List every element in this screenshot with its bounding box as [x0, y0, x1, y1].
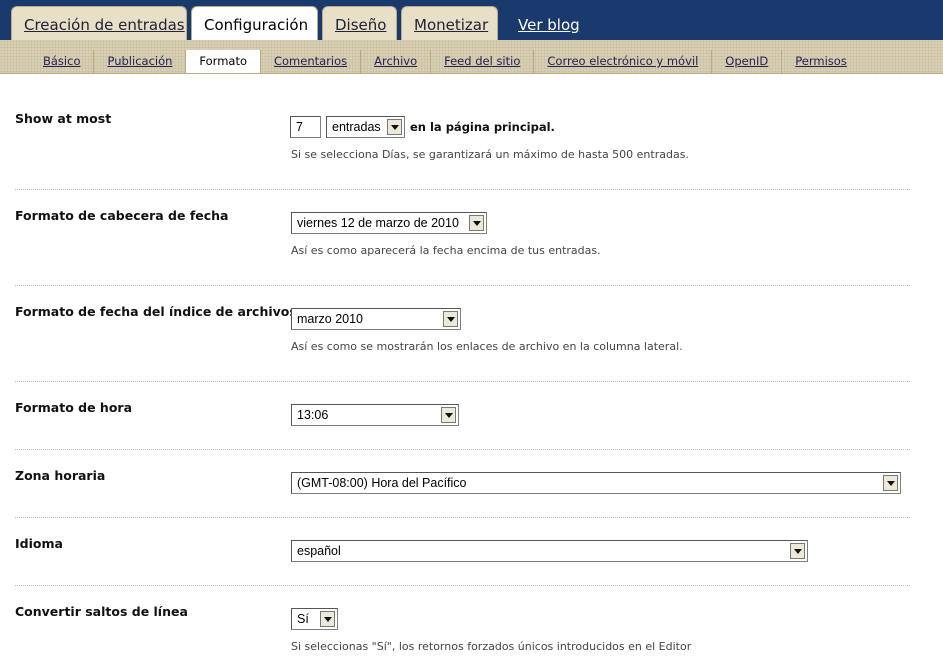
language-label: Idioma	[15, 536, 63, 551]
timezone-value: (GMT-08:00) Hora del Pacífico	[297, 476, 467, 490]
show-at-most-help: Si se selecciona Días, se garantizará un…	[291, 148, 689, 161]
time-format-value: 13:06	[297, 408, 329, 422]
dropdown-arrow-icon	[790, 543, 805, 559]
dropdown-arrow-icon	[443, 311, 458, 327]
line-breaks-value: Sí	[297, 612, 309, 626]
post-unit-select[interactable]: entradas	[326, 116, 405, 138]
subtab-openid[interactable]: OpenID	[712, 50, 783, 73]
divider	[15, 449, 910, 450]
line-breaks-label: Convertir saltos de línea	[15, 604, 188, 619]
view-blog-link[interactable]: Ver blog	[518, 10, 580, 40]
subtab-correo-y-movil[interactable]: Correo electrónico y móvil	[534, 50, 713, 73]
timezone-select[interactable]: (GMT-08:00) Hora del Pacífico	[291, 472, 901, 494]
tab-creacion-de-entradas[interactable]: Creación de entradas	[11, 6, 187, 40]
time-format-label: Formato de hora	[15, 400, 133, 415]
date-header-value: viernes 12 de marzo de 2010	[297, 216, 459, 230]
subtab-permisos[interactable]: Permisos	[782, 50, 860, 73]
post-count-input[interactable]: 7	[290, 116, 321, 138]
subtab-list: Básico Publicación Formato Comentarios A…	[30, 50, 860, 73]
archive-date-value: marzo 2010	[297, 312, 364, 326]
subtab-feed-del-sitio[interactable]: Feed del sitio	[431, 50, 535, 73]
dropdown-arrow-icon	[441, 407, 456, 423]
subtab-formato[interactable]: Formato	[185, 50, 261, 73]
line-breaks-select[interactable]: Sí	[291, 608, 338, 630]
post-unit-value: entradas	[332, 120, 381, 134]
subtab-archivo[interactable]: Archivo	[361, 50, 432, 73]
divider	[15, 517, 910, 518]
dropdown-arrow-icon	[320, 611, 335, 627]
date-header-label: Formato de cabecera de fecha	[15, 208, 229, 223]
time-format-select[interactable]: 13:06	[291, 404, 459, 426]
tab-monetizar[interactable]: Monetizar	[401, 6, 498, 40]
subtab-publicacion[interactable]: Publicación	[94, 50, 187, 73]
archive-date-help: Así es como se mostrarán los enlaces de …	[291, 340, 683, 353]
date-header-help: Así es como aparecerá la fecha encima de…	[291, 244, 601, 257]
show-at-most-suffix: en la página principal.	[410, 120, 555, 134]
divider	[15, 381, 910, 382]
language-value: español	[297, 544, 341, 558]
date-header-select[interactable]: viernes 12 de marzo de 2010	[291, 212, 487, 234]
language-select[interactable]: español	[291, 540, 808, 562]
tab-diseno[interactable]: Diseño	[322, 6, 397, 40]
dropdown-arrow-icon	[387, 119, 402, 135]
dropdown-arrow-icon	[883, 475, 898, 491]
subtab-basico[interactable]: Básico	[30, 50, 95, 73]
tab-configuracion[interactable]: Configuración	[191, 6, 318, 42]
divider	[15, 585, 910, 586]
archive-date-label: Formato de fecha del índice de archivos	[15, 304, 297, 319]
timezone-label: Zona horaria	[15, 468, 106, 483]
dropdown-arrow-icon	[469, 215, 484, 231]
divider	[15, 189, 910, 190]
show-at-most-label: Show at most	[15, 111, 112, 126]
archive-date-select[interactable]: marzo 2010	[291, 308, 461, 330]
subtab-comentarios[interactable]: Comentarios	[261, 50, 362, 73]
line-breaks-help: Si seleccionas "Sí", los retornos forzad…	[291, 640, 692, 653]
divider	[15, 285, 910, 286]
